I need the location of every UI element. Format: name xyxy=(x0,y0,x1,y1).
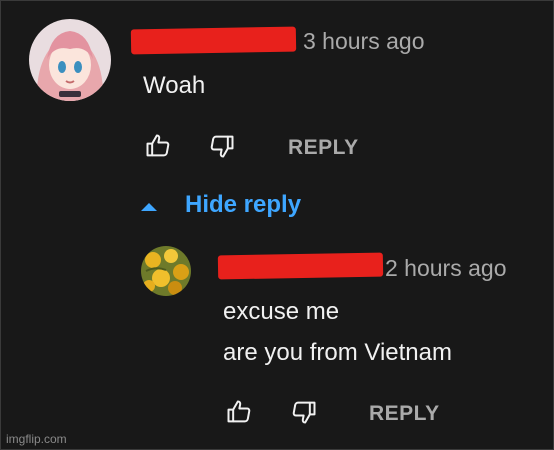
comment-timestamp: 3 hours ago xyxy=(303,28,425,54)
reply-like-button[interactable] xyxy=(223,398,255,430)
dislike-button[interactable] xyxy=(206,132,238,164)
reply-text-line-1: excuse me xyxy=(223,298,340,325)
commenter-avatar[interactable] xyxy=(29,19,111,101)
hide-reply-toggle[interactable]: Hide reply xyxy=(139,191,301,219)
thumbs-up-icon xyxy=(225,398,253,431)
like-button[interactable] xyxy=(142,132,174,164)
comment-thread: 3 hours ago Woah REPLY Hide reply 2 hour… xyxy=(0,0,554,450)
redacted-reply-username xyxy=(217,252,384,280)
thumbs-up-icon xyxy=(144,132,172,165)
reply-text-line-2: are you from Vietnam xyxy=(223,339,452,366)
caret-up-icon xyxy=(139,191,159,219)
redacted-username xyxy=(130,26,297,55)
comment-text: Woah xyxy=(143,72,206,99)
replier-avatar[interactable] xyxy=(141,246,191,296)
reply-button[interactable]: REPLY xyxy=(288,136,359,160)
thumbs-down-icon xyxy=(290,398,318,431)
thumbs-down-icon xyxy=(208,132,236,165)
hide-reply-label: Hide reply xyxy=(185,191,302,218)
reply-dislike-button[interactable] xyxy=(288,398,320,430)
reply-reply-button[interactable]: REPLY xyxy=(369,402,440,426)
reply-timestamp: 2 hours ago xyxy=(385,255,507,281)
watermark: imgflip.com xyxy=(6,432,67,446)
